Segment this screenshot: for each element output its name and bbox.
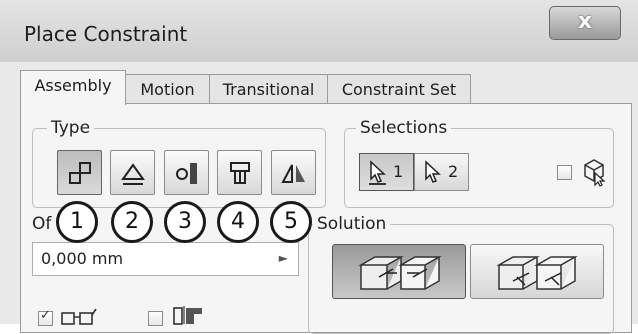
callout-2: 2: [111, 201, 153, 243]
mate-solution-icon: [358, 256, 442, 290]
offset-label: Of: [32, 214, 52, 234]
angle-constraint-button[interactable]: [110, 150, 155, 195]
mate-icon: [69, 162, 91, 184]
symmetry-icon: [281, 164, 305, 183]
solution-group-label: Solution: [313, 214, 391, 234]
symmetry-constraint-button[interactable]: [271, 150, 316, 195]
flush-solution-icon: [496, 256, 578, 290]
callout-3: 3: [164, 201, 206, 243]
angle-icon: [121, 163, 145, 185]
part-cube-icon: [584, 159, 606, 187]
first-selection-part-checkbox[interactable]: [557, 165, 572, 180]
checkmark-icon: ✓: [40, 308, 51, 323]
place-constraint-dialog: Place Constraint x Assembly Motion Trans…: [0, 0, 638, 334]
selections-group-label: Selections: [356, 118, 452, 138]
tab-constraint-set[interactable]: Constraint Set: [327, 74, 471, 104]
tab-transitional[interactable]: Transitional: [209, 74, 328, 104]
cursor-arrow-icon: [369, 160, 386, 185]
offset-value: 0,000 mm: [41, 249, 124, 268]
selection-2-button[interactable]: 2: [414, 153, 469, 191]
glasses-icon: [61, 308, 97, 325]
mate-solution-button[interactable]: [332, 244, 466, 299]
tab-motion[interactable]: Motion: [125, 74, 210, 104]
callout-5: 5: [270, 201, 312, 243]
selection-1-number: 1: [393, 162, 404, 181]
close-button[interactable]: x: [549, 6, 621, 40]
insert-icon: [230, 162, 250, 184]
dialog-title: Place Constraint: [24, 22, 188, 46]
type-group-label: Type: [47, 118, 95, 138]
selection-1-button[interactable]: 1: [359, 153, 414, 191]
close-icon: x: [577, 9, 593, 34]
insert-constraint-button[interactable]: [217, 150, 262, 195]
flush-solution-button[interactable]: [470, 244, 604, 299]
callout-1: 1: [56, 201, 98, 243]
offset-dropdown-arrow-icon[interactable]: ►: [279, 251, 288, 265]
cursor-arrow-icon: [425, 160, 441, 183]
selection-2-number: 2: [448, 162, 459, 181]
predict-offset-icon: [173, 306, 202, 325]
title-bar: Place Constraint x: [0, 0, 638, 62]
mate-constraint-button[interactable]: [57, 150, 102, 195]
tab-assembly[interactable]: Assembly: [20, 70, 126, 105]
callout-4: 4: [217, 201, 259, 243]
offset-input[interactable]: 0,000 mm ►: [32, 242, 299, 276]
tangent-icon: [176, 163, 197, 184]
tangent-constraint-button[interactable]: [164, 150, 209, 195]
